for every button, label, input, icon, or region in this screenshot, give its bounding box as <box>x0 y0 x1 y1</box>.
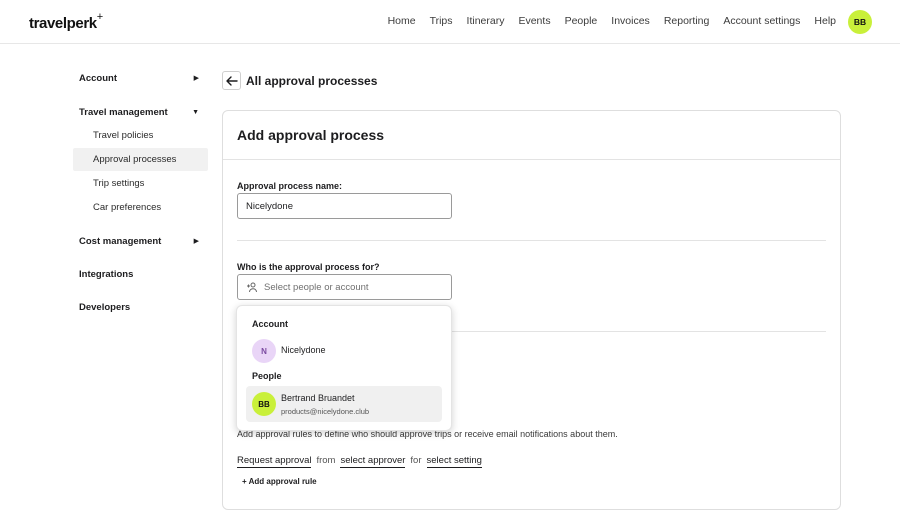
dropdown-group-people: People <box>252 371 282 381</box>
sidebar-section-label: Cost management <box>79 235 162 247</box>
add-approval-rule-button[interactable]: + Add approval rule <box>242 477 317 486</box>
dropdown-option-person[interactable]: BB Bertrand Bruandet products@nicelydone… <box>246 386 442 422</box>
top-navigation-bar: travelperk+ Home Trips Itinerary Events … <box>0 0 900 44</box>
divider <box>237 240 826 241</box>
caret-right-icon: ▶ <box>193 75 199 82</box>
sidebar-section-account[interactable]: Account ▶ <box>73 66 208 90</box>
account-option-name: Nicelydone <box>281 345 326 355</box>
sidebar-section-cost-management[interactable]: Cost management ▶ <box>73 229 208 253</box>
sidebar-item-car-preferences[interactable]: Car preferences <box>73 196 208 219</box>
approval-rule-row: Request approval from select approver fo… <box>237 455 482 468</box>
process-name-input[interactable]: Nicelydone <box>237 193 452 219</box>
people-or-account-select[interactable]: Select people or account <box>237 274 452 300</box>
page-title: All approval processes <box>246 74 378 88</box>
sidebar-item-travel-policies[interactable]: Travel policies <box>73 124 208 147</box>
sidebar-section-label: Developers <box>79 301 131 313</box>
sidebar-section-label: Travel management <box>79 106 168 118</box>
nav-account-settings[interactable]: Account settings <box>723 15 800 27</box>
nav-reporting[interactable]: Reporting <box>664 15 710 27</box>
caret-down-icon: ▼ <box>192 108 199 116</box>
dropdown-group-account: Account <box>252 319 288 329</box>
person-option-name: Bertrand Bruandet <box>281 393 355 403</box>
account-avatar: N <box>252 339 276 363</box>
main-nav: Home Trips Itinerary Events People Invoi… <box>388 15 836 27</box>
nav-people[interactable]: People <box>565 15 598 27</box>
setting-select[interactable]: select setting <box>426 455 482 468</box>
sidebar-item-approval-processes[interactable]: Approval processes <box>73 148 208 171</box>
person-option-email: products@nicelydone.club <box>281 407 370 416</box>
logo-plus: + <box>96 11 103 23</box>
travelperk-logo[interactable]: travelperk+ <box>29 11 103 32</box>
arrow-left-icon <box>225 75 238 86</box>
nav-itinerary[interactable]: Itinerary <box>467 15 505 27</box>
nav-events[interactable]: Events <box>518 15 550 27</box>
nav-home[interactable]: Home <box>388 15 416 27</box>
process-name-value: Nicelydone <box>246 200 293 212</box>
select-placeholder: Select people or account <box>264 281 369 293</box>
sidebar-section-integrations[interactable]: Integrations <box>73 262 208 286</box>
dropdown-option-account[interactable]: N Nicelydone <box>246 333 442 369</box>
process-name-label: Approval process name: <box>237 181 343 191</box>
sidebar-item-trip-settings[interactable]: Trip settings <box>73 172 208 195</box>
sidebar-section-travel-management[interactable]: Travel management ▼ <box>73 100 208 124</box>
people-account-dropdown: Account N Nicelydone People BB Bertrand … <box>236 305 452 431</box>
divider <box>223 159 840 160</box>
request-approval-select[interactable]: Request approval <box>237 455 312 468</box>
back-button[interactable] <box>222 71 241 90</box>
card-title: Add approval process <box>237 127 385 143</box>
sidebar-section-label: Account <box>79 72 117 84</box>
logo-text: travelperk <box>29 15 97 32</box>
rule-for-text: for <box>410 455 422 466</box>
nav-trips[interactable]: Trips <box>430 15 453 27</box>
caret-right-icon: ▶ <box>193 238 199 245</box>
approver-select[interactable]: select approver <box>340 455 406 468</box>
rule-from-text: from <box>316 455 336 466</box>
user-avatar[interactable]: BB <box>848 10 872 34</box>
nav-invoices[interactable]: Invoices <box>611 15 650 27</box>
person-avatar: BB <box>252 392 276 416</box>
add-people-icon <box>247 282 257 293</box>
sidebar-section-developers[interactable]: Developers <box>73 295 208 319</box>
who-label: Who is the approval process for? <box>237 262 380 272</box>
nav-help[interactable]: Help <box>814 15 836 27</box>
sidebar-section-label: Integrations <box>79 268 134 280</box>
